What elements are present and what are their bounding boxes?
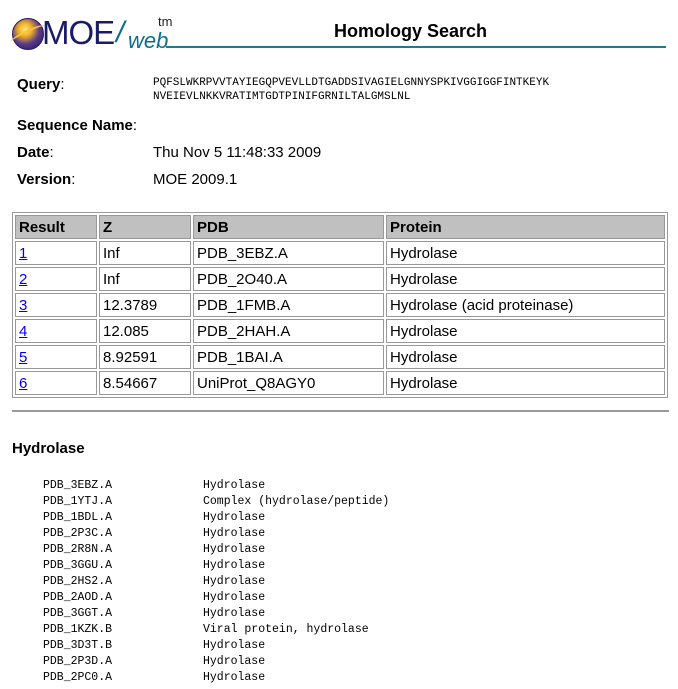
pdb-id: PDB_2O40.A xyxy=(193,267,384,291)
hit-id: PDB_3D3T.B xyxy=(43,639,113,652)
hit-description: Hydrolase xyxy=(203,671,266,684)
result-link[interactable]: 1 xyxy=(19,245,27,262)
z-score: 12.3789 xyxy=(99,293,191,317)
list-item: PDB_1YTJ.A Complex (hydrolase/peptide) xyxy=(43,494,389,510)
section-title: Hydrolase xyxy=(12,440,85,457)
pdb-id: PDB_2HAH.A xyxy=(193,319,384,343)
col-header-protein: Protein xyxy=(386,215,665,239)
list-item: PDB_2P3D.A Hydrolase xyxy=(43,654,389,670)
list-item: PDB_3GGU.A Hydrolase xyxy=(43,558,389,574)
protein-class: Hydrolase xyxy=(386,319,665,343)
pdb-id: PDB_1FMB.A xyxy=(193,293,384,317)
protein-class: Hydrolase xyxy=(386,241,665,265)
list-item: PDB_3GGT.A Hydrolase xyxy=(43,606,389,622)
table-row: 2 Inf PDB_2O40.A Hydrolase xyxy=(15,267,665,291)
query-sequence: PQFSLWKRPVVTAYIEGQPVEVLLDTGADDSIVAGIELGN… xyxy=(153,77,550,103)
table-row: 6 8.54667 UniProt_Q8AGY0 Hydrolase xyxy=(15,371,665,395)
hit-description: Hydrolase xyxy=(203,559,266,572)
protein-class: Hydrolase (acid proteinase) xyxy=(386,293,665,317)
hit-id: PDB_2R8N.A xyxy=(43,543,113,556)
pdb-id: PDB_3EBZ.A xyxy=(193,241,384,265)
hit-id: PDB_2HS2.A xyxy=(43,575,113,588)
table-row: 1 Inf PDB_3EBZ.A Hydrolase xyxy=(15,241,665,265)
hit-id: PDB_1KZK.B xyxy=(43,623,113,636)
date-label: Date: xyxy=(17,144,54,161)
z-score: Inf xyxy=(99,241,191,265)
z-score: 8.54667 xyxy=(99,371,191,395)
protein-class: Hydrolase xyxy=(386,371,665,395)
z-score: 12.085 xyxy=(99,319,191,343)
hit-description: Hydrolase xyxy=(203,591,266,604)
result-link[interactable]: 3 xyxy=(19,297,27,314)
z-score: Inf xyxy=(99,267,191,291)
page-title: Homology Search xyxy=(334,21,488,41)
pdb-id: PDB_1BAI.A xyxy=(193,345,384,369)
query-label: Query: xyxy=(17,76,65,93)
list-item: PDB_2AOD.A Hydrolase xyxy=(43,590,389,606)
list-item: PDB_1KZK.B Viral protein, hydrolase xyxy=(43,622,389,638)
header-rule xyxy=(166,46,666,48)
pdb-id: UniProt_Q8AGY0 xyxy=(193,371,384,395)
results-header-row: Result Z PDB Protein xyxy=(15,215,665,239)
result-link[interactable]: 5 xyxy=(19,349,27,366)
logo-trademark: tm xyxy=(158,14,173,29)
z-score: 8.92591 xyxy=(99,345,191,369)
logo-main-text: MOE xyxy=(42,14,115,51)
col-header-pdb: PDB xyxy=(193,215,384,239)
sequence-name-label: Sequence Name: xyxy=(17,117,138,134)
result-link[interactable]: 4 xyxy=(19,323,27,340)
hit-id: PDB_2AOD.A xyxy=(43,591,113,604)
date-value: Thu Nov 5 11:48:33 2009 xyxy=(153,144,322,161)
hit-description: Hydrolase xyxy=(203,479,266,492)
list-item: PDB_3D3T.B Hydrolase xyxy=(43,638,389,654)
hit-id: PDB_2P3C.A xyxy=(43,527,113,540)
result-link[interactable]: 6 xyxy=(19,375,27,392)
results-table: Result Z PDB Protein 1 Inf PDB_3EBZ.A Hy… xyxy=(12,212,668,398)
protein-class: Hydrolase xyxy=(386,267,665,291)
section-divider xyxy=(12,410,669,412)
hit-description: Hydrolase xyxy=(203,527,266,540)
table-row: 3 12.3789 PDB_1FMB.A Hydrolase (acid pro… xyxy=(15,293,665,317)
hit-id: PDB_1YTJ.A xyxy=(43,495,113,508)
globe-icon xyxy=(9,18,47,50)
hit-description: Hydrolase xyxy=(203,511,266,524)
hit-description: Hydrolase xyxy=(203,639,266,652)
hit-id: PDB_2P3D.A xyxy=(43,655,113,668)
version-label: Version: xyxy=(17,171,76,188)
protein-class: Hydrolase xyxy=(386,345,665,369)
logo-sub-text: web xyxy=(128,28,169,53)
col-header-z: Z xyxy=(99,215,191,239)
list-item: PDB_2R8N.A Hydrolase xyxy=(43,542,389,558)
hit-id: PDB_3GGT.A xyxy=(43,607,113,620)
hit-description: Viral protein, hydrolase xyxy=(203,623,369,636)
col-header-result: Result xyxy=(15,215,97,239)
hit-id: PDB_2PC0.A xyxy=(43,671,113,684)
list-item: PDB_1BDL.A Hydrolase xyxy=(43,510,389,526)
hit-id: PDB_1BDL.A xyxy=(43,511,113,524)
hit-id: PDB_3GGU.A xyxy=(43,559,113,572)
table-row: 5 8.92591 PDB_1BAI.A Hydrolase xyxy=(15,345,665,369)
list-item: PDB_2HS2.A Hydrolase xyxy=(43,574,389,590)
hit-description: Hydrolase xyxy=(203,543,266,556)
version-value: MOE 2009.1 xyxy=(153,171,238,188)
logo-slash: / xyxy=(116,16,125,49)
list-item: PDB_3EBZ.A Hydrolase xyxy=(43,478,389,494)
hit-description: Hydrolase xyxy=(203,607,266,620)
hit-id: PDB_3EBZ.A xyxy=(43,479,113,492)
list-item: PDB_2P3C.A Hydrolase xyxy=(43,526,389,542)
hit-list: PDB_3EBZ.A Hydrolase PDB_1YTJ.A Complex (h… xyxy=(43,478,389,686)
table-row: 4 12.085 PDB_2HAH.A Hydrolase xyxy=(15,319,665,343)
result-link[interactable]: 2 xyxy=(19,271,27,288)
hit-description: Hydrolase xyxy=(203,655,266,668)
list-item: PDB_2PC0.A Hydrolase xyxy=(43,670,389,686)
hit-description: Hydrolase xyxy=(203,575,266,588)
hit-description: Complex (hydrolase/peptide) xyxy=(203,495,390,508)
